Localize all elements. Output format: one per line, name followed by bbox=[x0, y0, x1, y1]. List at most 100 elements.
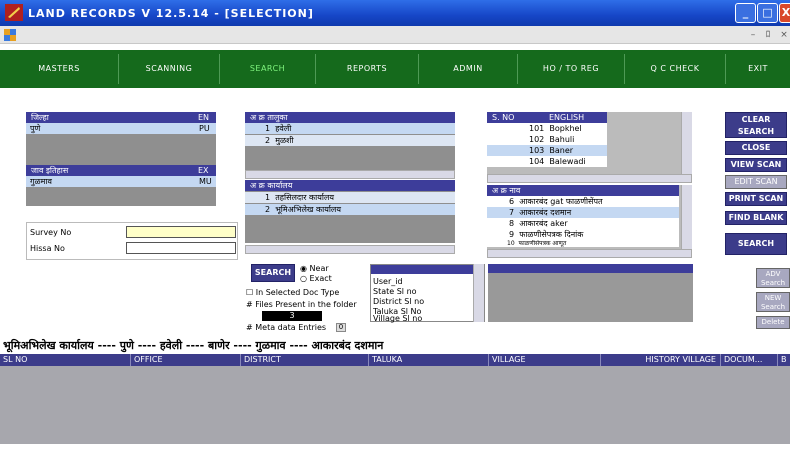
nav-masters[interactable]: MASTERS bbox=[0, 50, 118, 88]
minimize-button[interactable]: _ bbox=[735, 3, 756, 23]
nav-exit[interactable]: EXIT bbox=[726, 50, 790, 88]
office-hscroll[interactable] bbox=[245, 245, 455, 254]
files-count: 3 bbox=[262, 311, 322, 321]
taluka-row-no: 2 bbox=[265, 136, 271, 145]
find-blank-button[interactable]: FIND BLANK bbox=[725, 211, 787, 225]
document-icon[interactable] bbox=[4, 29, 16, 41]
doc-row-name: आकारबंद aker bbox=[519, 219, 568, 228]
exact-label: Exact bbox=[309, 274, 332, 283]
doc-row[interactable]: 9 फाळणीसेपत्रक दिनांक bbox=[487, 229, 679, 240]
col-history-village[interactable]: HISTORY VILLAGE bbox=[600, 354, 720, 366]
village-row-no: 101 bbox=[529, 124, 545, 133]
col-b[interactable]: B bbox=[777, 354, 790, 366]
office-row-name: तहसिलदार कार्यालय bbox=[275, 193, 335, 202]
village-row[interactable]: 103 Baner bbox=[487, 145, 607, 156]
village-col-english: ENGLISH bbox=[549, 113, 585, 122]
maximize-button[interactable]: □ bbox=[757, 3, 778, 23]
delete-button[interactable]: Delete bbox=[756, 316, 790, 329]
col-district[interactable]: DISTRICT bbox=[240, 354, 368, 366]
history-row[interactable]: गुळमाव MU bbox=[26, 176, 216, 187]
village-hscroll[interactable] bbox=[487, 174, 692, 183]
nav-reports[interactable]: REPORTS bbox=[316, 50, 418, 88]
clear-search-button[interactable]: CLEAR SEARCH bbox=[725, 112, 787, 138]
village-row[interactable]: 101 Bopkhel bbox=[487, 123, 607, 134]
doc-header: अ क्र नाव bbox=[487, 185, 679, 196]
doc-row[interactable]: 7 आकारबंद दशमान bbox=[487, 207, 679, 218]
view-scan-button[interactable]: VIEW SCAN bbox=[725, 158, 787, 172]
selected-doc-checkbox[interactable]: ☐ In Selected Doc Type bbox=[246, 287, 339, 298]
search-button[interactable]: SEARCH bbox=[251, 264, 295, 282]
fields-list-item[interactable]: Village Sl no bbox=[373, 315, 422, 323]
doc-row-name: आकारबंद दशमान bbox=[519, 208, 572, 217]
mdi-close-button[interactable]: × bbox=[778, 29, 790, 41]
close-button[interactable]: X bbox=[779, 3, 790, 23]
doc-row-no: 7 bbox=[509, 208, 515, 217]
taluka-row[interactable]: 1 हवेली bbox=[245, 123, 455, 134]
mdi-restore-button[interactable]: ﾛ bbox=[762, 29, 774, 41]
col-document[interactable]: DOCUM... bbox=[720, 354, 777, 366]
close-panel-button[interactable]: CLOSE bbox=[725, 141, 787, 155]
doc-vscroll[interactable] bbox=[681, 185, 692, 252]
office-row[interactable]: 2 भूमिअभिलेख कार्यालय bbox=[245, 204, 455, 215]
history-header: जाव इतिहास EX bbox=[26, 165, 216, 176]
taluka-row-no: 1 bbox=[265, 124, 271, 133]
district-value-code: PU bbox=[199, 124, 210, 133]
taluka-row-name: हवेली bbox=[275, 124, 292, 133]
edit-scan-button[interactable]: EDIT SCAN bbox=[725, 175, 787, 189]
hissa-input[interactable] bbox=[126, 242, 236, 254]
doc-row[interactable]: 6 आकारबंद gat फाळणीसेंपत bbox=[487, 196, 679, 207]
col-office[interactable]: OFFICE bbox=[130, 354, 240, 366]
village-row[interactable]: 102 Bahuli bbox=[487, 134, 607, 145]
col-sl-no[interactable]: SL NO bbox=[0, 354, 130, 366]
village-row-no: 104 bbox=[529, 157, 545, 166]
files-present-label: # Files Present in the folder bbox=[246, 300, 357, 309]
survey-label: Survey No bbox=[30, 228, 72, 237]
doc-row[interactable]: 8 आकारबंद aker bbox=[487, 218, 679, 229]
window-title: LAND RECORDS V 12.5.14 - [SELECTION] bbox=[28, 7, 314, 20]
side-search-button[interactable]: SEARCH bbox=[725, 233, 787, 255]
village-row[interactable]: 104 Balewadi bbox=[487, 156, 607, 167]
district-row[interactable]: पुणे PU bbox=[26, 123, 216, 134]
office-row-name: भूमिअभिलेख कार्यालय bbox=[275, 205, 341, 214]
selected-doc-label: In Selected Doc Type bbox=[255, 288, 340, 297]
doc-row[interactable]: 10 फाळणीसेपत्रक आणूत bbox=[487, 240, 679, 247]
nav-qc-check[interactable]: Q C CHECK bbox=[625, 50, 725, 88]
doc-hscroll[interactable] bbox=[487, 249, 692, 258]
village-header: S. NO ENGLISH bbox=[487, 112, 607, 123]
fields-vscroll[interactable] bbox=[473, 264, 484, 322]
print-scan-button[interactable]: PRINT SCAN bbox=[725, 192, 787, 206]
village-row-name: Bopkhel bbox=[549, 124, 582, 133]
taluka-row-name: मुळशी bbox=[275, 136, 294, 145]
history-value-code: MU bbox=[199, 177, 212, 186]
nav-scanning[interactable]: SCANNING bbox=[119, 50, 219, 88]
nav-search[interactable]: SEARCH bbox=[220, 50, 315, 88]
village-row-name: Baner bbox=[549, 146, 574, 155]
exact-radio[interactable]: ○ Exact bbox=[300, 273, 332, 284]
district-header-code: EN bbox=[198, 113, 210, 122]
meta-entries-label: # Meta data Entries bbox=[246, 323, 327, 332]
taluka-hscroll[interactable] bbox=[245, 170, 455, 179]
district-value: पुणे bbox=[30, 124, 41, 133]
doc-row-no: 6 bbox=[509, 197, 515, 206]
adv-search-button[interactable]: ADV Search bbox=[756, 268, 790, 288]
history-header-code: EX bbox=[198, 166, 209, 175]
office-row[interactable]: 1 तहसिलदार कार्यालय bbox=[245, 192, 455, 203]
new-search-button[interactable]: NEW Search bbox=[756, 292, 790, 312]
doc-row-name: फाळणीसेपत्रक दिनांक bbox=[519, 230, 584, 239]
history-value: गुळमाव bbox=[30, 177, 52, 186]
fields-list-header bbox=[371, 265, 473, 274]
result-preview-header bbox=[488, 264, 693, 273]
col-village[interactable]: VILLAGE bbox=[488, 354, 600, 366]
taluka-row[interactable]: 2 मुळशी bbox=[245, 135, 455, 146]
nav-ho-to-reg[interactable]: HO / TO REG bbox=[518, 50, 624, 88]
doc-row-name: फाळणीसेपत्रक आणूत bbox=[518, 240, 567, 247]
taluka-header: अ क्र तालुका bbox=[245, 112, 455, 123]
nav-admin[interactable]: ADMIN bbox=[419, 50, 517, 88]
col-taluka[interactable]: TALUKA bbox=[368, 354, 488, 366]
village-vscroll[interactable] bbox=[681, 112, 692, 174]
results-grid[interactable] bbox=[0, 366, 790, 444]
office-header: अ क्र कार्यालय bbox=[245, 180, 455, 191]
mdi-minimize-button[interactable]: – bbox=[747, 29, 759, 41]
village-row-name: Bahuli bbox=[549, 135, 575, 144]
survey-input[interactable] bbox=[126, 226, 236, 238]
